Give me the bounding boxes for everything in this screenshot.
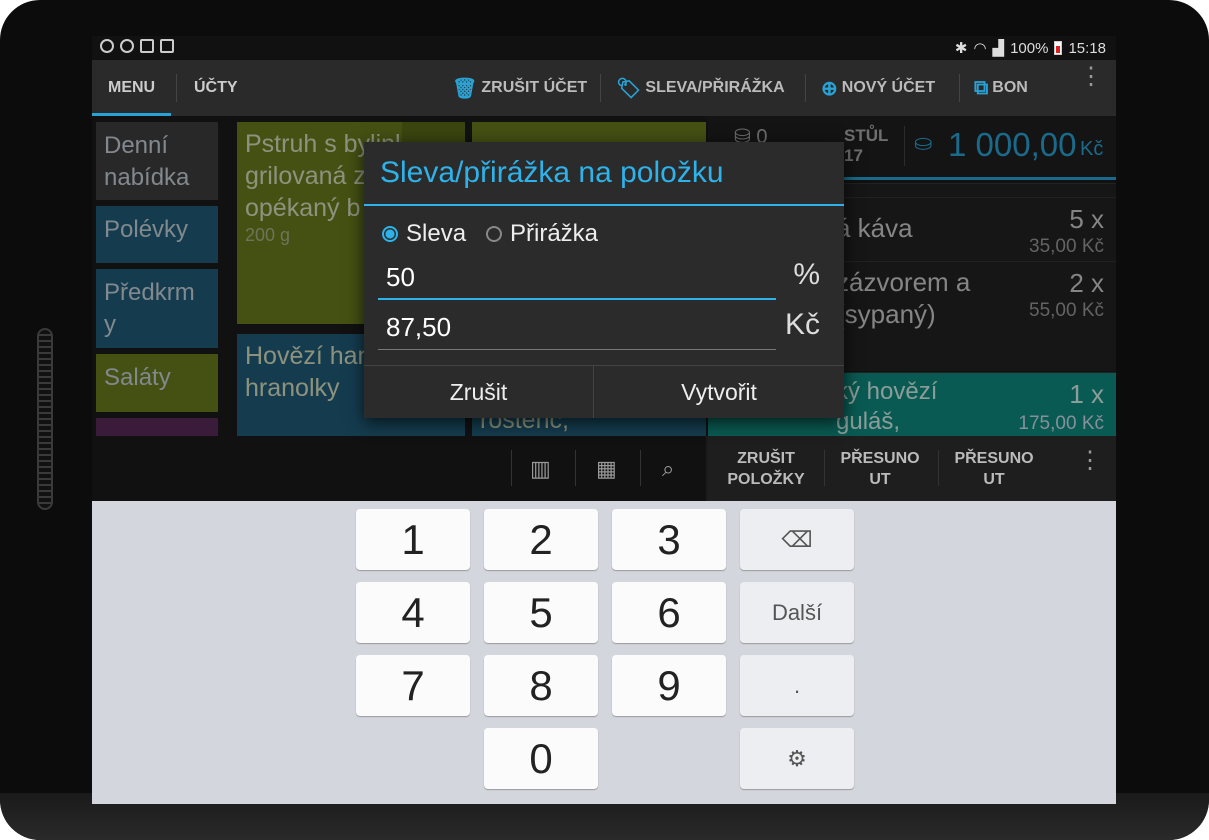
radio-unchecked-icon [486,226,502,242]
key-9[interactable]: 9 [612,655,726,716]
receipt-label: BON [992,79,1028,96]
numeric-keyboard: 1 2 3 ⌫ 4 5 6 Další 7 8 9 . 0 ⚙ [92,501,1116,804]
wifi-icon: ◠ [973,40,987,57]
screen: ✱ ◠ ▟ 100% 15:18 MENU ÚČTY 🗑 ZRUŠIT ÚČET… [92,36,1116,804]
status-bar: ✱ ◠ ▟ 100% 15:18 [92,36,1116,60]
dot-key[interactable]: . [740,655,854,716]
tablet-frame: ✱ ◠ ▟ 100% 15:18 MENU ÚČTY 🗑 ZRUŠIT ÚČET… [0,0,1209,840]
radio-discount-label: Sleva [406,220,467,247]
key-8[interactable]: 8 [484,655,598,716]
divider [600,74,601,102]
key-1[interactable]: 1 [356,509,470,570]
search-icon[interactable]: ⌕ [662,456,674,482]
move-button-2[interactable]: PŘESUNO UT [946,448,1042,490]
order-toolbar: ZRUŠIT POLOŽKY PŘESUNO UT PŘESUNO UT ⋮ [708,436,1116,501]
key-6[interactable]: 6 [612,582,726,643]
tag-icon: 🏷 [616,77,642,100]
signal-icon: ▟ [992,40,1005,57]
receipt-icon: ⧉ [974,76,989,99]
cancel-account-button[interactable]: 🗑 ZRUŠIT ÚČET [452,60,587,116]
plus-circle-icon: ⊕ [821,77,838,100]
notification-icon [100,39,114,53]
battery-level: 100% [1010,39,1049,57]
new-account-button[interactable]: ⊕ NOVÝ ÚČET [821,60,935,116]
next-key[interactable]: Další [740,582,854,643]
action-bar: MENU ÚČTY 🗑 ZRUŠIT ÚČET 🏷 SLEVA/PŘIRÁŽKA… [92,60,1116,116]
settings-key[interactable]: ⚙ [740,728,854,789]
amount-input[interactable]: 87,50 [378,304,776,350]
battery-icon [1054,41,1063,55]
divider [959,74,960,102]
cancel-items-button[interactable]: ZRUŠIT POLOŽKY [716,448,816,490]
barcode-icon[interactable]: ▥ [530,456,551,482]
divider [640,450,641,486]
overflow-menu-icon[interactable]: ⋮ [1078,449,1102,473]
overflow-menu-icon[interactable]: ⋮ [1079,65,1103,89]
menu-toolbar: ▥ ▦ ⌕ [92,436,706,501]
key-5[interactable]: 5 [484,582,598,643]
move-button-1[interactable]: PŘESUNO UT [832,448,928,490]
percent-unit: % [793,258,820,291]
discount-label: SLEVA/PŘIRÁŽKA [645,79,785,96]
cancel-button[interactable]: Zrušit [364,365,594,418]
new-account-label: NOVÝ ÚČET [841,79,936,96]
divider [938,450,939,486]
radio-surcharge-label: Přirážka [510,220,599,247]
receipt-button[interactable]: ⧉ BON [974,60,1028,116]
key-2[interactable]: 2 [484,509,598,570]
percent-input[interactable]: 50 [378,254,776,300]
gear-icon: ⚙ [787,746,807,771]
cancel-account-label: ZRUŠIT ÚČET [481,79,588,96]
clock: 15:18 [1068,39,1106,57]
tab-accounts[interactable]: ÚČTY [178,60,254,116]
notification-icon [160,39,174,53]
dialog-title-divider [364,204,844,206]
discount-button[interactable]: 🏷 SLEVA/PŘIRÁŽKA [616,60,785,116]
divider [176,74,177,102]
backspace-icon: ⌫ [781,527,813,552]
radio-checked-icon [382,226,398,242]
key-3[interactable]: 3 [612,509,726,570]
calculator-icon[interactable]: ▦ [596,456,617,482]
notification-icons [100,39,174,53]
key-0[interactable]: 0 [484,728,598,789]
bluetooth-icon: ✱ [954,40,968,57]
radio-discount[interactable]: Sleva [382,220,466,248]
backspace-key[interactable]: ⌫ [740,509,854,570]
trash-icon: 🗑 [452,77,478,100]
tab-menu[interactable]: MENU [92,60,172,116]
amount-unit: Kč [784,308,820,341]
radio-surcharge[interactable]: Přirážka [486,220,598,248]
tablet-side-button [37,328,53,510]
divider [511,450,512,486]
divider [805,74,806,102]
dialog-title: Sleva/přirážka na položku [380,156,724,189]
create-button[interactable]: Vytvořit [594,365,844,418]
key-7[interactable]: 7 [356,655,470,716]
notification-icon [120,39,134,53]
discount-dialog: Sleva/přirážka na položku Sleva Přirážka… [364,142,844,418]
key-4[interactable]: 4 [356,582,470,643]
notification-icon [140,39,154,53]
divider [575,450,576,486]
divider [824,450,825,486]
